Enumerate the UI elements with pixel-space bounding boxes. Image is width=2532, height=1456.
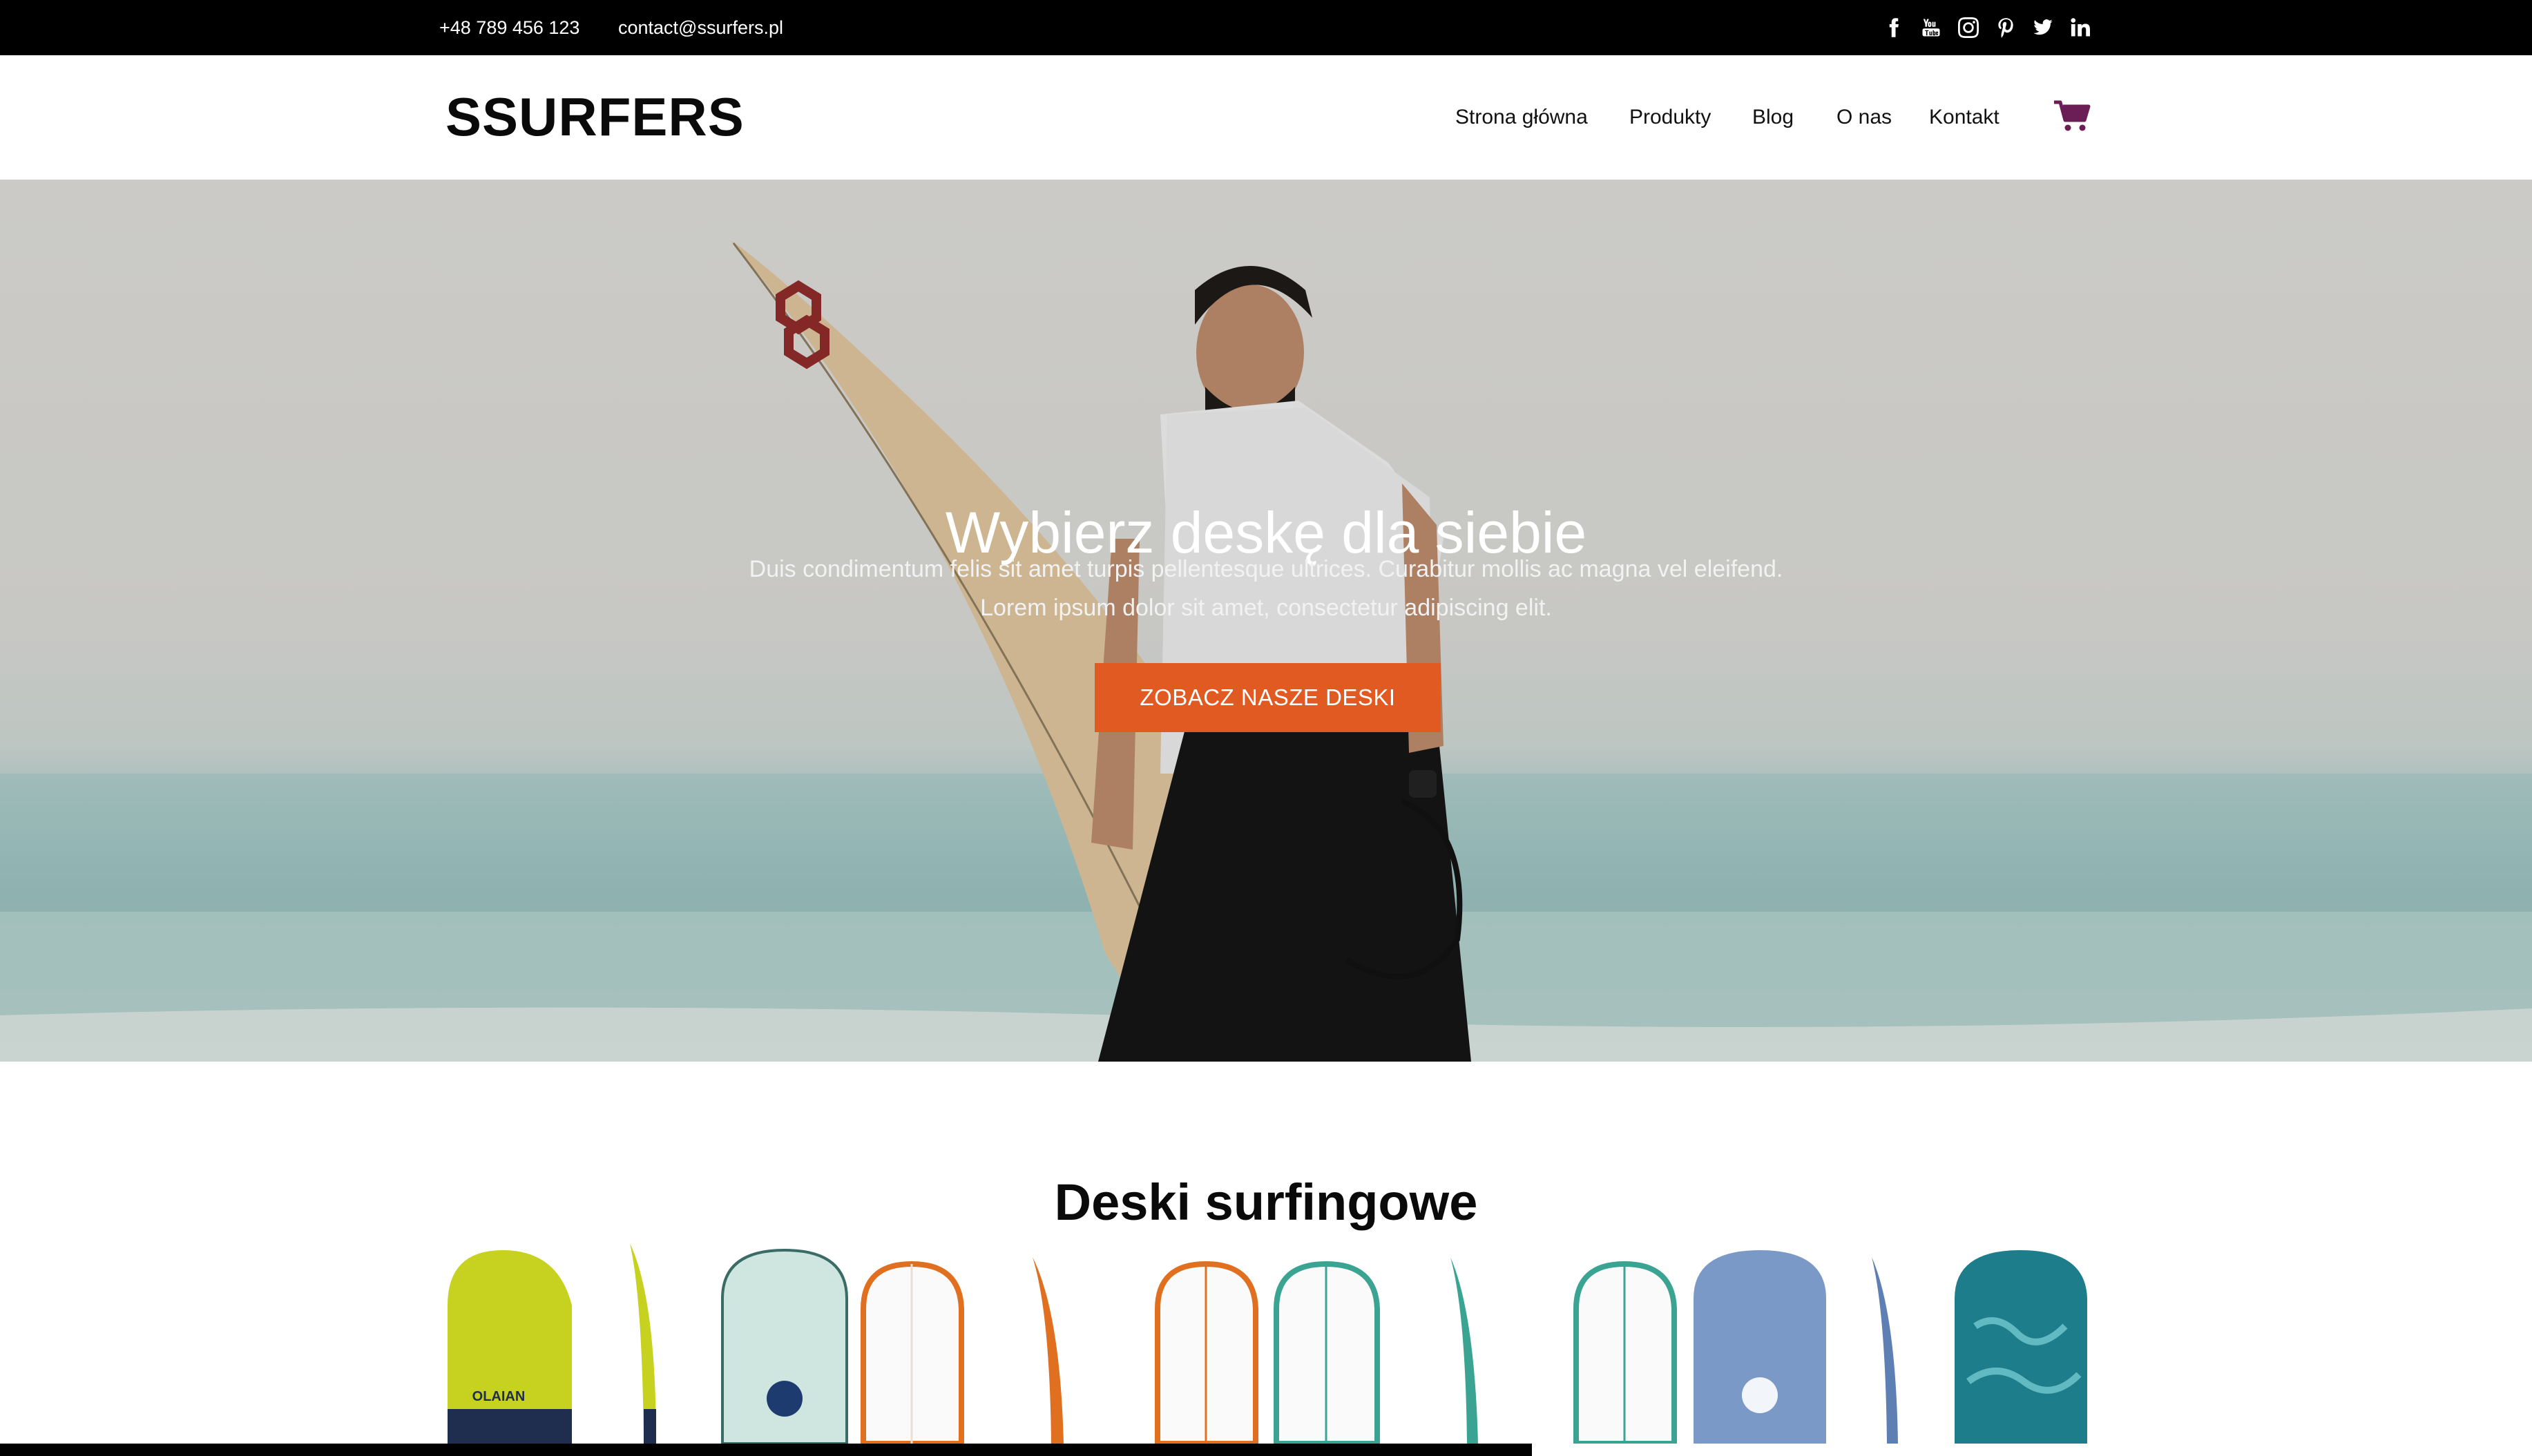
nav-contact[interactable]: Kontakt — [1929, 104, 1999, 131]
site-logo[interactable]: SSURFERS — [445, 86, 745, 148]
hero-banner: Wybierz deskę dla siebie Duis condimentu… — [0, 180, 2532, 1062]
linkedin-icon[interactable] — [2069, 12, 2092, 43]
twitter-icon[interactable] — [2031, 12, 2055, 43]
nav-products[interactable]: Produkty — [1629, 104, 1711, 131]
nav-blog[interactable]: Blog — [1752, 104, 1794, 131]
hero-subtitle-line-1: Duis condimentum felis sit amet turpis p… — [749, 556, 1783, 582]
board-brand-label: OLAIAN — [472, 1389, 526, 1404]
nav-home[interactable]: Strona główna — [1455, 104, 1588, 131]
nav-about[interactable]: O nas — [1836, 104, 1892, 131]
instagram-icon[interactable] — [1957, 12, 1980, 43]
cart-icon[interactable] — [2053, 99, 2091, 133]
surfboards-image: OLAIAN — [448, 1243, 2087, 1444]
site-header: SSURFERS Strona główna Produkty Blog O n… — [0, 55, 2532, 180]
hero-subtitle: Duis condimentum felis sit amet turpis p… — [0, 550, 2532, 627]
youtube-icon[interactable] — [1919, 12, 1943, 43]
section-title: Deski surfingowe — [1054, 1174, 1478, 1232]
see-boards-button[interactable]: ZOBACZ NASZE DESKI — [1095, 663, 1441, 732]
phone-number[interactable]: +48 789 456 123 — [439, 15, 579, 40]
bottom-edge — [0, 1444, 1532, 1456]
pinterest-icon[interactable] — [1994, 12, 2017, 43]
email-address[interactable]: contact@ssurfers.pl — [618, 15, 783, 40]
social-links — [1882, 12, 2092, 43]
facebook-icon[interactable] — [1882, 12, 1906, 43]
top-bar: +48 789 456 123 contact@ssurfers.pl — [0, 0, 2532, 55]
hero-subtitle-line-2: Lorem ipsum dolor sit amet, consectetur … — [980, 595, 1552, 621]
